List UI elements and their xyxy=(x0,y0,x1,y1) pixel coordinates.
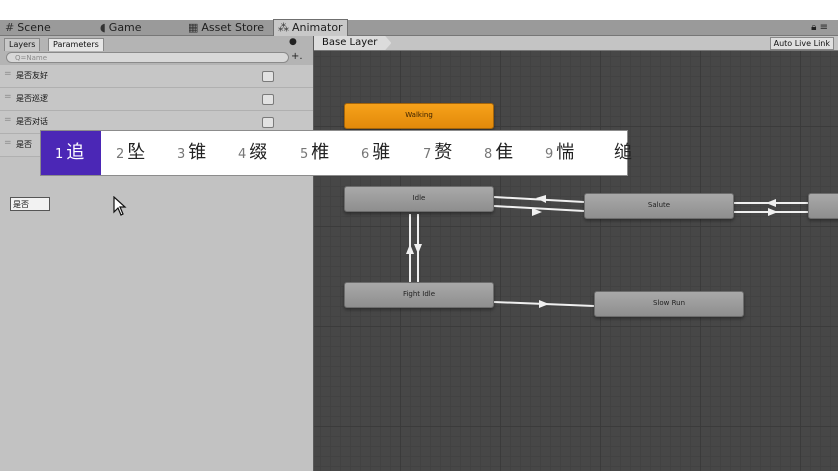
state-salute[interactable]: Salute xyxy=(584,193,734,219)
panel-tabs: Layers Parameters ● xyxy=(0,36,313,52)
bool-checkbox[interactable] xyxy=(262,94,274,105)
drag-handle-icon[interactable]: = xyxy=(4,92,12,102)
lock-icon[interactable]: 🔒︎ ≡ xyxy=(811,20,828,35)
parameter-row[interactable]: = 是否友好 xyxy=(0,65,313,88)
parameter-name: 是否巡逻 xyxy=(16,94,48,103)
tab-layers[interactable]: Layers xyxy=(4,38,41,52)
state-fight-idle[interactable]: Fight Idle xyxy=(344,282,494,308)
bool-checkbox[interactable] xyxy=(262,71,274,82)
window-tab-bar: # Scene ◖ Game ▦ Asset Store ⁂ Animator 🔒︎ ≡ xyxy=(0,19,838,36)
ime-candidate[interactable]: 1追 xyxy=(41,131,101,175)
bool-checkbox[interactable] xyxy=(262,117,274,128)
transition-arrow-icon xyxy=(414,244,422,254)
breadcrumb: Base Layer Auto Live Link xyxy=(314,36,838,51)
tab-asset-store[interactable]: ▦ Asset Store xyxy=(188,20,264,35)
animator-icon: ⁂ xyxy=(278,21,289,34)
parameter-row[interactable]: = 是否巡逻 xyxy=(0,88,313,111)
parameter-name: 是否 xyxy=(16,140,32,149)
state-idle[interactable]: Idle xyxy=(344,186,494,212)
tab-animator[interactable]: ⁂ Animator xyxy=(273,19,348,36)
ime-candidate[interactable]: 6骓 xyxy=(361,131,390,175)
ime-candidate[interactable]: 缒 xyxy=(611,131,632,175)
parameters-panel: Layers Parameters ● Q=Name +. = 是否友好 = 是… xyxy=(0,36,314,471)
state-partial[interactable] xyxy=(808,193,838,219)
ime-candidate[interactable]: 9惴 xyxy=(545,131,574,175)
ime-candidate[interactable]: 5椎 xyxy=(300,131,329,175)
top-margin xyxy=(0,0,838,20)
mouse-pointer-icon xyxy=(113,196,127,216)
ime-candidate[interactable]: 2坠 xyxy=(116,131,145,175)
transition-arrow-icon xyxy=(768,208,778,216)
transition-edges xyxy=(406,195,814,308)
transition-arrow-icon xyxy=(539,300,549,308)
ime-candidate[interactable]: 7赘 xyxy=(423,131,452,175)
eye-icon[interactable]: ● xyxy=(289,37,297,47)
search-row: Q=Name +. xyxy=(0,51,313,65)
state-walking[interactable]: Walking xyxy=(344,103,494,129)
ime-candidate[interactable]: 3锥 xyxy=(177,131,206,175)
grid-icon: # xyxy=(5,21,15,34)
add-parameter-button[interactable]: +. xyxy=(291,51,303,62)
breadcrumb-base-layer[interactable]: Base Layer xyxy=(314,36,392,50)
drag-handle-icon[interactable]: = xyxy=(4,138,12,148)
state-slow-run[interactable]: Slow Run xyxy=(594,291,744,317)
ime-candidate[interactable]: 8隹 xyxy=(484,131,513,175)
tab-parameters[interactable]: Parameters xyxy=(48,38,104,52)
parameter-rename-field[interactable]: 是否 xyxy=(10,197,50,211)
parameter-name: 是否友好 xyxy=(16,71,48,80)
ime-candidate-bar: 1追 2坠 3锥 4缀 5椎 6骓 7赘 8隹 9惴 缒 xyxy=(40,130,632,176)
search-input[interactable]: Q=Name xyxy=(6,52,289,63)
transition-line[interactable] xyxy=(493,205,585,212)
pacman-icon: ◖ xyxy=(100,21,106,34)
tab-scene[interactable]: # Scene xyxy=(5,20,51,35)
auto-live-link-button[interactable]: Auto Live Link xyxy=(769,37,834,50)
tab-game[interactable]: ◖ Game xyxy=(100,20,142,35)
store-icon: ▦ xyxy=(188,21,199,34)
drag-handle-icon[interactable]: = xyxy=(4,115,12,125)
animator-graph[interactable]: Base Layer Auto Live Link Walking Idle S… xyxy=(314,36,838,471)
transition-arrow-icon xyxy=(406,244,414,254)
transition-arrow-icon xyxy=(766,199,776,207)
parameter-name: 是否对话 xyxy=(16,117,48,126)
ime-candidate[interactable]: 4缀 xyxy=(238,131,267,175)
drag-handle-icon[interactable]: = xyxy=(4,69,12,79)
